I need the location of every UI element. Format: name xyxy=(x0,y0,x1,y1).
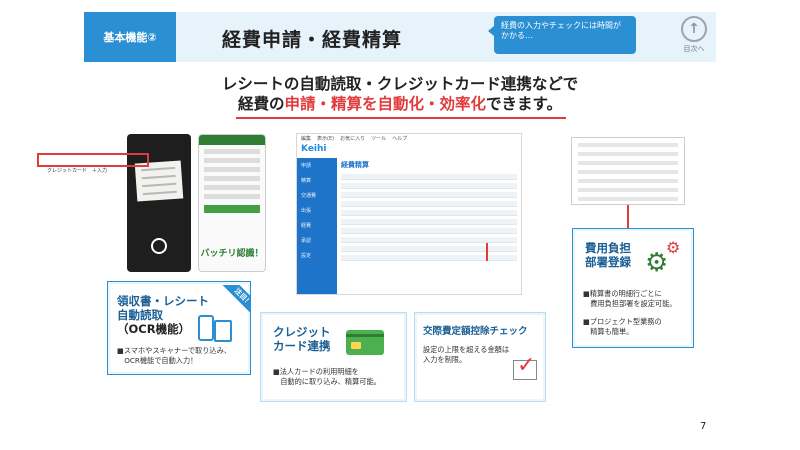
app-screenshot: 編集 表示(E) お気に入り ツール ヘルプ Keihi 申請 精算 交通費 出… xyxy=(296,133,522,295)
app-sidebar-item: 設定 xyxy=(301,253,312,259)
burden-title: 費用負担 部署登録 xyxy=(585,241,631,269)
app-menu-item: お気に入り xyxy=(340,136,366,142)
speech-bubble: 経費の入力やチェックには時間が かかる… xyxy=(488,16,636,54)
headline-prefix: 経費の xyxy=(238,95,285,113)
checkbox-icon: ✓ xyxy=(513,353,537,380)
slide-header: 基本機能② 経費申請・経費精算 経費の入力やチェックには時間が かかる… ↑ 目… xyxy=(84,12,716,62)
app-sidebar: 申請 精算 交通費 出張 経費 承認 設定 xyxy=(297,158,337,294)
phone-app-bar xyxy=(199,135,265,145)
attention-ribbon: 注目！ xyxy=(217,285,251,319)
phone-save-button xyxy=(204,205,260,213)
receipt-icon xyxy=(214,320,232,342)
app-menubar: 編集 表示(E) お気に入り ツール ヘルプ xyxy=(297,134,521,143)
arrow-up-icon[interactable]: ↑ xyxy=(681,16,707,42)
headline-line1: レシートの自動読取・クレジットカード連携などで xyxy=(221,75,579,93)
toc-label[interactable]: 目次へ xyxy=(674,44,714,54)
page-title: 経費申請・経費精算 xyxy=(222,29,403,51)
checkmark-icon: ✓ xyxy=(517,353,536,378)
credit-title: クレジット カード連携 xyxy=(273,325,331,353)
app-menu-item: ツール xyxy=(371,136,387,142)
ocr-title: 領収書・レシート 自動読取 （OCR機能） xyxy=(117,294,209,336)
speech-bubble-text: 経費の入力やチェックには時間が かかる… xyxy=(501,21,621,40)
phone-catch-text: バッチリ認識！ xyxy=(200,249,264,259)
connector-line xyxy=(627,205,629,229)
toc-button[interactable]: ↑ 目次へ xyxy=(674,14,714,60)
ocr-desc: ■スマホやスキャナーで取り込み、 OCR機能で自動入力！ xyxy=(117,346,231,365)
page-number: 7 xyxy=(700,421,707,432)
app-sidebar-item: 申請 xyxy=(301,163,312,169)
phone-form-screenshot: バッチリ認識！ xyxy=(198,134,266,272)
feature-card-credit: クレジット カード連携 ■法人カードの利用明細を 自動的に取り込み、精算可能。 xyxy=(260,312,407,402)
credit-card-highlight: クレジットカード ＋入力 xyxy=(37,153,149,174)
gear-icon: ⚙ xyxy=(645,248,669,278)
app-menu-item: 表示(E) xyxy=(317,136,335,142)
burden-desc2: ■プロジェクト型業務の 精算も簡単。 xyxy=(583,317,662,336)
credit-title-line2: カード連携 xyxy=(273,339,331,353)
app-sidebar-item: 出張 xyxy=(301,208,312,214)
ocr-title-line2: 自動読取 xyxy=(117,308,163,322)
smartphone-icon xyxy=(198,315,214,341)
app-screen-title: 経費精算 xyxy=(341,161,369,169)
attention-ribbon-label: 注目！ xyxy=(221,285,251,319)
credit-title-line1: クレジット xyxy=(273,325,331,339)
app-sidebar-item: 精算 xyxy=(301,178,312,184)
app-sidebar-item: 承認 xyxy=(301,238,312,244)
check-title: 交際費定額控除チェック xyxy=(423,326,528,337)
headline: レシートの自動読取・クレジットカード連携などで 経費の申請・精算を自動化・効率化… xyxy=(200,74,600,114)
burden-desc1: ■精算書の明細行ごとに 費用負担部署を設定可能。 xyxy=(583,289,677,308)
credit-card-icon xyxy=(346,330,384,355)
department-form-screenshot xyxy=(571,137,685,205)
app-menu-item: 編集 xyxy=(301,136,312,142)
headline-underline xyxy=(236,117,566,119)
headline-highlight: 申請・精算を自動化・効率化 xyxy=(284,95,487,113)
app-sidebar-item: 経費 xyxy=(301,223,312,229)
ocr-title-line1: 領収書・レシート xyxy=(117,294,209,308)
burden-title-line2: 部署登録 xyxy=(585,255,631,269)
headline-suffix: できます。 xyxy=(486,95,562,113)
camera-shutter-icon xyxy=(151,238,167,254)
burden-title-line1: 費用負担 xyxy=(585,241,631,255)
app-menu-item: ヘルプ xyxy=(392,136,408,142)
credit-desc: ■法人カードの利用明細を 自動的に取り込み、精算可能。 xyxy=(273,367,381,386)
app-main-area: 経費精算 xyxy=(341,158,521,294)
ocr-title-line3: （OCR機能） xyxy=(117,322,191,336)
section-badge: 基本機能② xyxy=(84,12,176,62)
gear-icon-small: ⚙ xyxy=(666,238,681,257)
connector-line xyxy=(486,243,488,261)
check-desc: 設定の上限を超える金額は 入力を制限。 xyxy=(423,345,510,364)
app-sidebar-item: 交通費 xyxy=(301,193,317,199)
credit-card-highlight-label: クレジットカード ＋入力 xyxy=(47,168,108,174)
headline-line2: 経費の申請・精算を自動化・効率化できます。 xyxy=(200,94,600,114)
app-logo: Keihi xyxy=(301,144,327,154)
